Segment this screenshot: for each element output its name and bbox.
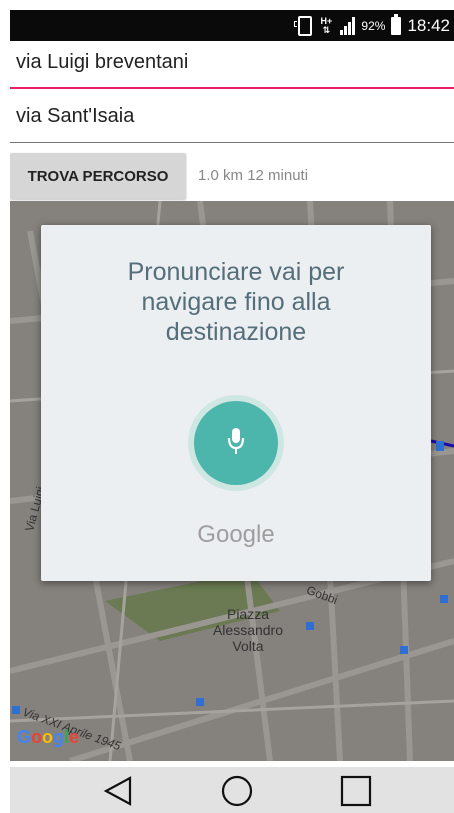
prompt-line: Pronunciare vai per	[127, 258, 345, 286]
mic-button[interactable]	[194, 401, 278, 485]
origin-input[interactable]: via Luigi breventani	[10, 41, 454, 89]
signal-strength-icon	[340, 16, 356, 35]
bus-stop-icon	[436, 441, 444, 451]
battery-icon	[391, 13, 402, 35]
clock: 18:42	[407, 15, 450, 35]
route-duration: 12 minuti	[247, 167, 309, 184]
bus-stop-icon	[306, 622, 314, 630]
data-network-label: H+	[320, 15, 333, 26]
bus-stop-icon	[440, 595, 448, 603]
home-circle-icon[interactable]	[217, 775, 257, 807]
back-triangle-icon[interactable]	[100, 775, 140, 807]
navigation-bar	[10, 767, 454, 813]
piazza-line: Piazza	[226, 606, 270, 622]
bus-stop-icon	[400, 646, 408, 654]
vibrate-phone-icon	[294, 15, 313, 36]
map-place-label: Piazza Alessandro Volta	[193, 606, 303, 654]
bus-stop-icon	[12, 706, 20, 714]
microphone-icon	[227, 428, 245, 454]
status-bar: H+ ⇅ 92% 18:42	[10, 10, 454, 41]
recents-square-icon[interactable]	[336, 775, 376, 807]
dialog-prompt: Pronunciare vai per navigare fino alla d…	[41, 257, 431, 347]
destination-input[interactable]: via Sant'Isaia	[10, 95, 454, 143]
find-route-button[interactable]: TROVA PERCORSO	[10, 153, 186, 199]
route-summary: 1.0 km 12 minuti	[198, 167, 308, 184]
bus-stop-icon	[196, 698, 204, 706]
prompt-line: destinazione	[165, 318, 307, 346]
phone-screen: H+ ⇅ 92% 18:42 via Luigi breventani via S…	[10, 10, 454, 813]
route-row: TROVA PERCORSO 1.0 km 12 minuti	[10, 151, 454, 201]
prompt-line: navigare fino alla	[141, 288, 331, 316]
piazza-line: Volta	[232, 638, 264, 654]
data-network-icon: H+ ⇅	[320, 15, 333, 35]
route-distance: 1.0 km	[198, 167, 244, 184]
google-brand: Google	[197, 521, 275, 548]
google-map-logo: Google	[17, 727, 80, 747]
voice-search-dialog: Pronunciare vai per navigare fino alla d…	[41, 225, 431, 581]
battery-percentage: 92%	[361, 18, 386, 33]
piazza-line: Alessandro	[212, 622, 284, 638]
